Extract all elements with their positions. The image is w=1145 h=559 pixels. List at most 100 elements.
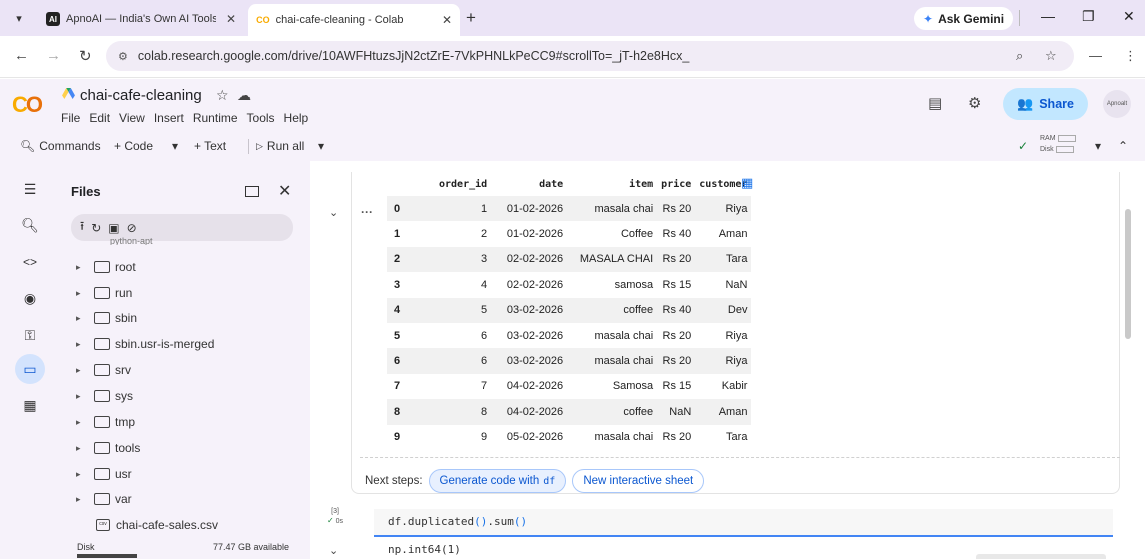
menu-runtime[interactable]: Runtime xyxy=(193,111,238,125)
browser-menu-icon[interactable]: ⋮ xyxy=(1124,48,1137,64)
url-field[interactable]: ⚙ colab.research.google.com/drive/10AWFH… xyxy=(106,41,1074,71)
data-table-icon[interactable]: ▦ xyxy=(15,390,45,420)
tree-item-csv[interactable]: csv chai-cafe-sales.csv xyxy=(76,515,218,535)
open-in-window-icon[interactable] xyxy=(245,186,259,197)
run-dropdown-icon[interactable]: ▾ xyxy=(318,139,324,153)
tree-item-root[interactable]: ▸ root xyxy=(76,257,136,277)
resource-dropdown-icon[interactable]: ▾ xyxy=(1095,139,1101,153)
mount-drive-icon[interactable]: ▣ xyxy=(108,221,119,235)
close-panel-icon[interactable]: ✕ xyxy=(278,181,291,201)
zoom-icon[interactable]: ⌕ xyxy=(1016,48,1023,64)
menu-edit[interactable]: Edit xyxy=(89,111,110,125)
settings-gear-icon[interactable]: ⚙ xyxy=(968,94,981,112)
new-tab-button[interactable]: + xyxy=(466,8,476,28)
tab-apnoai[interactable]: AI ApnoAI — India's Own AI Tools ✕ xyxy=(38,6,244,32)
table-of-contents-icon[interactable]: ☰ xyxy=(15,174,45,204)
code-snippets-icon[interactable]: <> xyxy=(15,247,45,277)
site-info-icon[interactable]: ⚙ xyxy=(118,50,128,63)
add-code-button[interactable]: + Code xyxy=(114,139,153,153)
star-icon[interactable]: ☆ xyxy=(216,87,229,104)
colab-logo[interactable]: CO xyxy=(12,92,43,118)
chevron-right-icon[interactable]: ▸ xyxy=(76,443,88,454)
close-icon[interactable]: ✕ xyxy=(226,12,236,26)
back-icon[interactable]: ← xyxy=(14,47,29,64)
tree-item-usr[interactable]: ▸ usr xyxy=(76,464,132,484)
generate-code-button[interactable]: Generate code with df xyxy=(428,469,567,493)
table-cell: Aman xyxy=(695,399,752,425)
refresh-icon[interactable]: ↻ xyxy=(91,221,101,235)
menu-insert[interactable]: Insert xyxy=(154,111,184,125)
tree-item-tools[interactable]: ▸ tools xyxy=(76,438,140,458)
add-text-button[interactable]: + Text xyxy=(194,139,226,153)
chevron-right-icon[interactable]: ▸ xyxy=(76,494,88,505)
tab-title: ApnoAI — India's Own AI Tools xyxy=(66,13,216,25)
table-cell: 5 xyxy=(435,297,492,323)
chevron-right-icon[interactable]: ▸ xyxy=(76,288,88,299)
close-icon[interactable]: ✕ xyxy=(442,13,452,27)
upload-icon[interactable]: ⭱ xyxy=(80,217,84,238)
avatar[interactable]: Apnoalt xyxy=(1103,90,1131,118)
commands-button[interactable]: 🔍︎ Commands xyxy=(20,139,101,153)
code-dropdown-icon[interactable]: ▾ xyxy=(172,139,178,153)
notebook-title[interactable]: chai-cafe-cleaning xyxy=(80,87,202,104)
tree-item-srv[interactable]: ▸ srv xyxy=(76,360,131,380)
notebook-main: ⌄ ··· order_id date item price customer … xyxy=(310,161,1145,559)
bookmark-star-icon[interactable]: ☆ xyxy=(1045,48,1057,64)
hide-files-icon[interactable]: ⊘ xyxy=(127,221,137,235)
tree-item-partial[interactable]: python-apt xyxy=(76,237,153,245)
chevron-right-icon[interactable]: ▸ xyxy=(76,339,88,350)
code-cell-editor[interactable]: df.duplicated().sum() xyxy=(374,509,1113,537)
folder-icon xyxy=(94,312,110,324)
minimize-icon[interactable]: — xyxy=(1041,8,1055,24)
vertical-scrollbar[interactable] xyxy=(1125,209,1131,339)
folder-icon xyxy=(94,468,110,480)
code-line: df.duplicated().sum() xyxy=(388,515,527,528)
tree-item-sbin[interactable]: ▸ sbin xyxy=(76,308,137,328)
tree-item-tmp[interactable]: ▸ tmp xyxy=(76,412,135,432)
chevron-right-icon[interactable]: ▸ xyxy=(76,262,88,273)
variables-icon[interactable]: ◉ xyxy=(15,283,45,313)
table-cell: 6 xyxy=(481,329,488,342)
resource-monitor[interactable]: RAM Disk xyxy=(1040,133,1076,155)
chevron-right-icon[interactable]: ▸ xyxy=(76,391,88,402)
chevron-right-icon[interactable]: ▸ xyxy=(76,417,88,428)
tree-item-var[interactable]: ▸ var xyxy=(76,489,132,509)
new-interactive-sheet-button[interactable]: New interactive sheet xyxy=(572,469,705,493)
chevron-right-icon[interactable]: ▸ xyxy=(76,313,88,324)
tab-search-dropdown[interactable]: ▾ xyxy=(8,7,30,29)
output-actions-icon[interactable]: ··· xyxy=(361,205,373,219)
close-window-icon[interactable]: ✕ xyxy=(1123,8,1135,25)
restore-icon[interactable]: ❐ xyxy=(1082,8,1095,25)
forward-icon[interactable]: → xyxy=(46,47,61,64)
secrets-key-icon[interactable]: ⚿ xyxy=(15,320,45,350)
run-all-button[interactable]: ▷ Run all xyxy=(256,139,304,153)
folder-icon xyxy=(94,338,110,350)
row-index: 9 xyxy=(394,431,401,444)
tab-colab[interactable]: CO chai-cafe-cleaning - Colab ✕ xyxy=(248,4,460,36)
menu-file[interactable]: File xyxy=(61,111,80,125)
cell-execution-status[interactable]: [3] ✓ 0s xyxy=(327,507,343,526)
table-cell: 8 xyxy=(435,399,492,425)
extensions-icon[interactable]: — xyxy=(1089,48,1102,63)
tree-item-sys[interactable]: ▸ sys xyxy=(76,386,133,406)
ask-gemini-button[interactable]: ✦ Ask Gemini xyxy=(914,7,1014,30)
table-cell: Riya xyxy=(725,329,748,342)
table-cell: Rs 40 xyxy=(657,297,696,323)
chevron-down-icon[interactable]: ⌄ xyxy=(329,206,338,219)
menu-view[interactable]: View xyxy=(119,111,145,125)
cloud-sync-icon[interactable]: ☁ xyxy=(237,87,251,104)
menu-tools[interactable]: Tools xyxy=(247,111,275,125)
tree-item-sbin-merged[interactable]: ▸ sbin.usr-is-merged xyxy=(76,334,214,354)
tree-item-run[interactable]: ▸ run xyxy=(76,283,132,303)
files-folder-icon[interactable]: ▭ xyxy=(15,354,45,384)
reload-icon[interactable]: ↻ xyxy=(79,47,92,65)
share-button[interactable]: 👥 Share xyxy=(1003,88,1088,120)
menu-help[interactable]: Help xyxy=(284,111,309,125)
chevron-right-icon[interactable]: ▸ xyxy=(76,469,88,480)
convert-to-table-icon[interactable]: ▦ xyxy=(741,175,756,190)
find-icon[interactable]: 🔍︎ xyxy=(15,210,45,240)
comments-icon[interactable]: ▤ xyxy=(928,94,942,112)
chevron-right-icon[interactable]: ▸ xyxy=(76,365,88,376)
chevron-down-icon[interactable]: ⌄ xyxy=(329,544,338,557)
collapse-up-icon[interactable]: ⌃ xyxy=(1118,139,1128,153)
